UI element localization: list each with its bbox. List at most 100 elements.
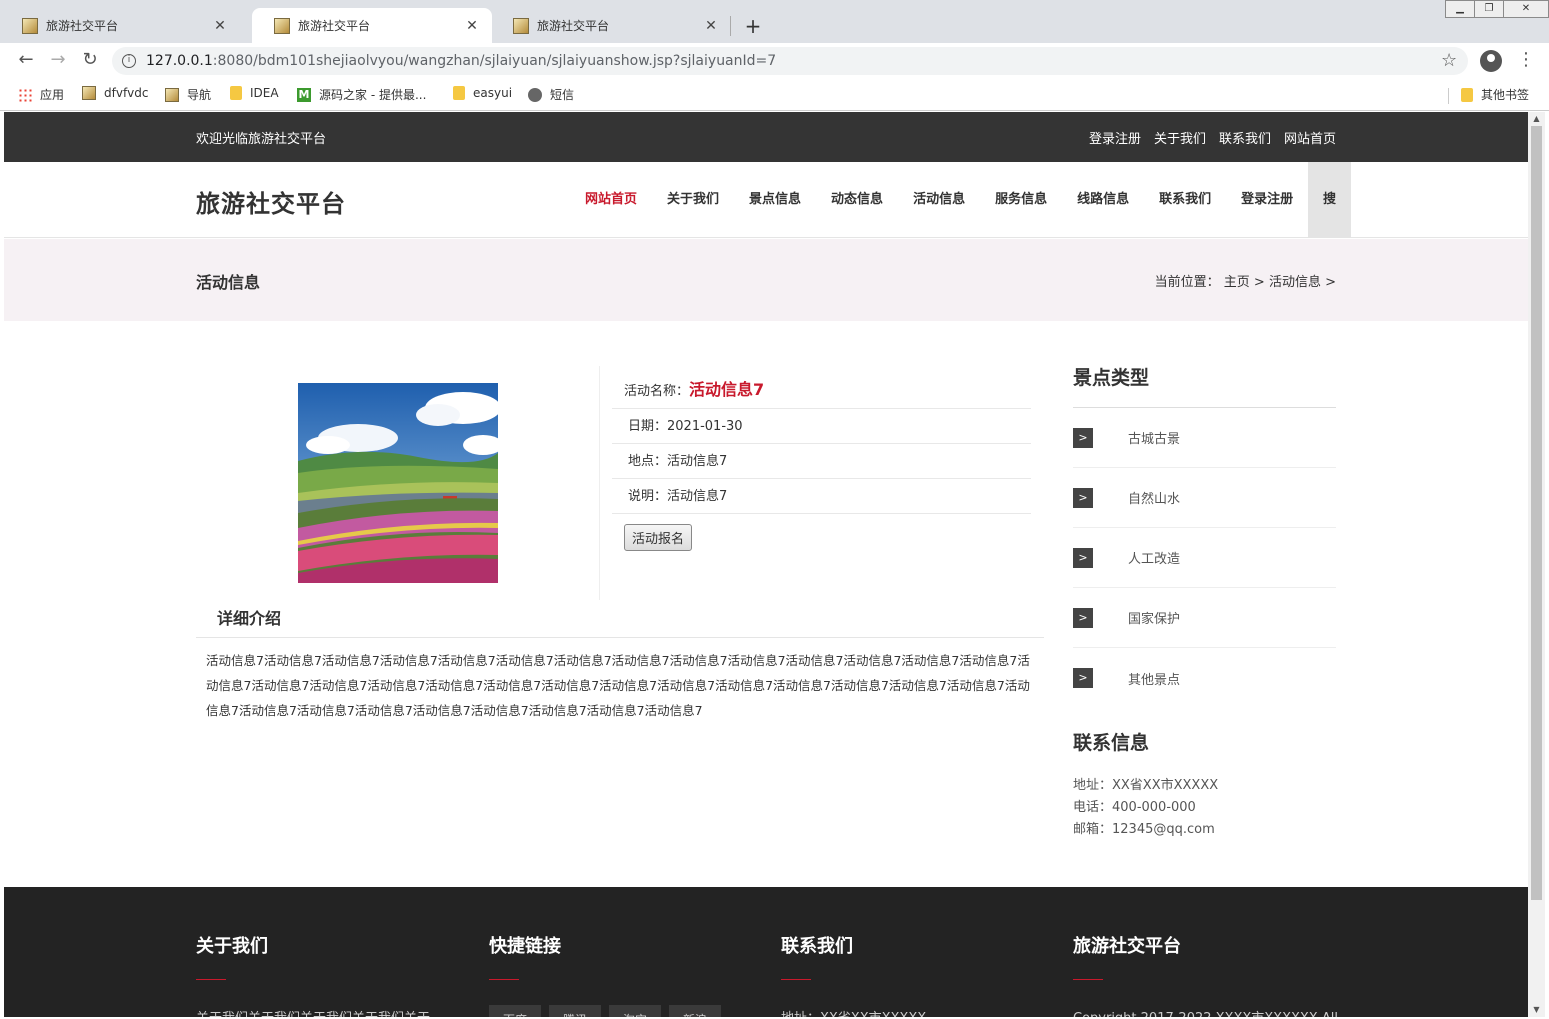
- activity-name-label: 活动名称：: [624, 384, 690, 399]
- bookmark-folder[interactable]: IDEA: [230, 86, 279, 100]
- tab-title: 旅游社交平台: [537, 19, 610, 33]
- url-path: :8080/bdm101shejiaolvyou/wangzhan/sjlaiy…: [212, 53, 777, 69]
- browser-tab[interactable]: 旅游社交平台 ✕: [491, 8, 731, 43]
- nav-item-services[interactable]: 服务信息: [980, 162, 1062, 238]
- nav-item-activities[interactable]: 活动信息: [898, 162, 980, 238]
- maximize-icon[interactable]: ❐: [1474, 0, 1504, 18]
- bookmark-item[interactable]: 导航: [165, 86, 211, 103]
- intro-text: 活动信息7活动信息7活动信息7活动信息7活动信息7活动信息7活动信息7活动信息7…: [206, 653, 1030, 718]
- site-icon: [165, 87, 179, 102]
- page-viewport: 欢迎光临旅游社交平台 登录注册 关于我们 联系我们 网站首页 旅游社交平台 网站…: [4, 112, 1528, 1017]
- nav-item-login[interactable]: 登录注册: [1226, 162, 1308, 238]
- category-item[interactable]: > 自然山水: [1073, 468, 1336, 528]
- address-bar[interactable]: i 127.0.0.1:8080/bdm101shejiaolvyou/wang…: [112, 47, 1468, 75]
- contact-title: 联系信息: [1073, 732, 1150, 754]
- globe-icon: [528, 87, 542, 102]
- top-link-about[interactable]: 关于我们: [1154, 128, 1206, 147]
- apps-grid-icon: [18, 87, 32, 102]
- top-link-login[interactable]: 登录注册: [1089, 128, 1141, 147]
- site-favicon-icon: [22, 17, 38, 34]
- bookmark-apps[interactable]: 应用: [18, 86, 64, 103]
- bookmark-label: 导航: [187, 88, 212, 102]
- tab-close-icon[interactable]: ✕: [212, 18, 228, 34]
- category-label[interactable]: 国家保护: [1128, 608, 1180, 627]
- browser-tab-active[interactable]: 旅游社交平台 ✕: [252, 8, 492, 43]
- tab-title: 旅游社交平台: [298, 19, 371, 33]
- bookmark-separator: [1448, 88, 1449, 104]
- bookmark-label: 短信: [550, 88, 575, 102]
- bookmark-item[interactable]: 短信: [528, 86, 574, 103]
- bookmark-folder[interactable]: easyui: [453, 86, 512, 100]
- site-logo[interactable]: 旅游社交平台: [196, 184, 346, 219]
- browser-menu-icon[interactable]: ⋮: [1517, 49, 1535, 70]
- nav-item-scenic[interactable]: 景点信息: [734, 162, 816, 238]
- category-item[interactable]: > 国家保护: [1073, 588, 1336, 648]
- site-favicon-icon: [274, 17, 290, 34]
- bookmark-label: 应用: [40, 88, 65, 102]
- chevron-right-icon: >: [1073, 607, 1093, 628]
- footer-contact-title: 联系我们: [781, 936, 853, 957]
- tab-close-icon[interactable]: ✕: [703, 18, 719, 34]
- nav-item-contact[interactable]: 联系我们: [1144, 162, 1226, 238]
- footer-links-title: 快捷链接: [489, 936, 561, 957]
- category-label[interactable]: 古城古景: [1128, 428, 1180, 447]
- top-links: 登录注册 关于我们 联系我们 网站首页: [1089, 128, 1336, 147]
- scroll-up-icon[interactable]: ▲: [1528, 112, 1545, 126]
- tab-close-icon[interactable]: ✕: [464, 18, 480, 34]
- minimize-icon[interactable]: ▁: [1445, 0, 1475, 18]
- new-tab-button[interactable]: +: [742, 14, 764, 38]
- site-header: 旅游社交平台 网站首页 关于我们 景点信息 动态信息 活动信息 服务信息 线路信…: [4, 162, 1528, 238]
- browser-tab[interactable]: 旅游社交平台 ✕: [0, 8, 240, 43]
- browser-toolbar: ← → ↻ i 127.0.0.1:8080/bdm101shejiaolvyo…: [0, 43, 1549, 79]
- category-item[interactable]: > 人工改造: [1073, 528, 1336, 588]
- bookmark-star-icon[interactable]: ☆: [1441, 50, 1457, 71]
- category-item[interactable]: > 其他景点: [1073, 648, 1336, 708]
- activity-photo: [298, 383, 498, 583]
- footer-link-tencent[interactable]: 腾讯: [549, 1005, 602, 1017]
- nav-item-routes[interactable]: 线路信息: [1062, 162, 1144, 238]
- footer-link-sina[interactable]: 新浪: [669, 1005, 722, 1017]
- nav-item-news[interactable]: 动态信息: [816, 162, 898, 238]
- top-link-contact[interactable]: 联系我们: [1219, 128, 1271, 147]
- forward-arrow-icon[interactable]: →: [46, 49, 70, 70]
- chevron-right-icon: >: [1073, 427, 1093, 448]
- activity-signup-button[interactable]: 活动报名: [624, 524, 693, 551]
- category-label[interactable]: 人工改造: [1128, 548, 1180, 567]
- category-label[interactable]: 其他景点: [1128, 669, 1180, 688]
- footer-copyright: Copyright 2017-2022 XXXX市XXXXXX All: [1073, 1007, 1338, 1017]
- page-scrollbar[interactable]: ▲ ▼: [1528, 112, 1545, 1017]
- reload-icon[interactable]: ↻: [78, 49, 102, 70]
- bookmark-item[interactable]: dfvfvdc: [82, 86, 148, 100]
- search-button[interactable]: 搜: [1308, 162, 1351, 238]
- bookmark-other-folder[interactable]: 其他书签: [1461, 86, 1529, 103]
- footer-divider: [196, 979, 226, 980]
- footer-site-title: 旅游社交平台: [1073, 936, 1181, 957]
- site-info-icon[interactable]: i: [122, 54, 136, 68]
- bookmark-item[interactable]: M 源码之家 - 提供最...: [297, 86, 426, 103]
- footer-divider: [1073, 979, 1103, 980]
- back-arrow-icon[interactable]: ←: [14, 49, 38, 70]
- category-label[interactable]: 自然山水: [1128, 488, 1180, 507]
- nav-item-about[interactable]: 关于我们: [652, 162, 734, 238]
- landscape-photo-icon: [298, 383, 498, 583]
- sidebar-categories: 景点类型 > 古城古景 > 自然山水 > 人工改造 > 国家保护 > 其他景点: [1073, 358, 1336, 708]
- footer-about-text: 关于我们关于我们关于我们关于我们关于: [196, 1007, 430, 1017]
- profile-avatar-icon[interactable]: [1480, 50, 1502, 72]
- scrollbar-thumb[interactable]: [1531, 126, 1542, 900]
- folder-icon: [230, 86, 242, 100]
- url-host: 127.0.0.1: [146, 53, 213, 69]
- welcome-text: 欢迎光临旅游社交平台: [196, 132, 327, 147]
- sidebar-title: 景点类型: [1073, 358, 1336, 408]
- nav-item-home[interactable]: 网站首页: [570, 162, 652, 238]
- chevron-right-icon: >: [1073, 547, 1093, 568]
- window-close-icon[interactable]: ✕: [1503, 0, 1549, 18]
- activity-date: 日期：2021-01-30: [612, 409, 1031, 444]
- category-item[interactable]: > 古城古景: [1073, 408, 1336, 468]
- top-link-home[interactable]: 网站首页: [1284, 128, 1336, 147]
- scroll-down-icon[interactable]: ▼: [1528, 1003, 1545, 1017]
- footer-site: 旅游社交平台 Copyright 2017-2022 XXXX市XXXXXX A…: [1073, 932, 1338, 1017]
- footer-contact-text: 地址：XX省XX市XXXXX: [781, 1007, 926, 1017]
- footer-link-baidu[interactable]: 百度: [489, 1005, 542, 1017]
- footer-link-taobao[interactable]: 淘宝: [609, 1005, 662, 1017]
- site-icon: [82, 86, 96, 100]
